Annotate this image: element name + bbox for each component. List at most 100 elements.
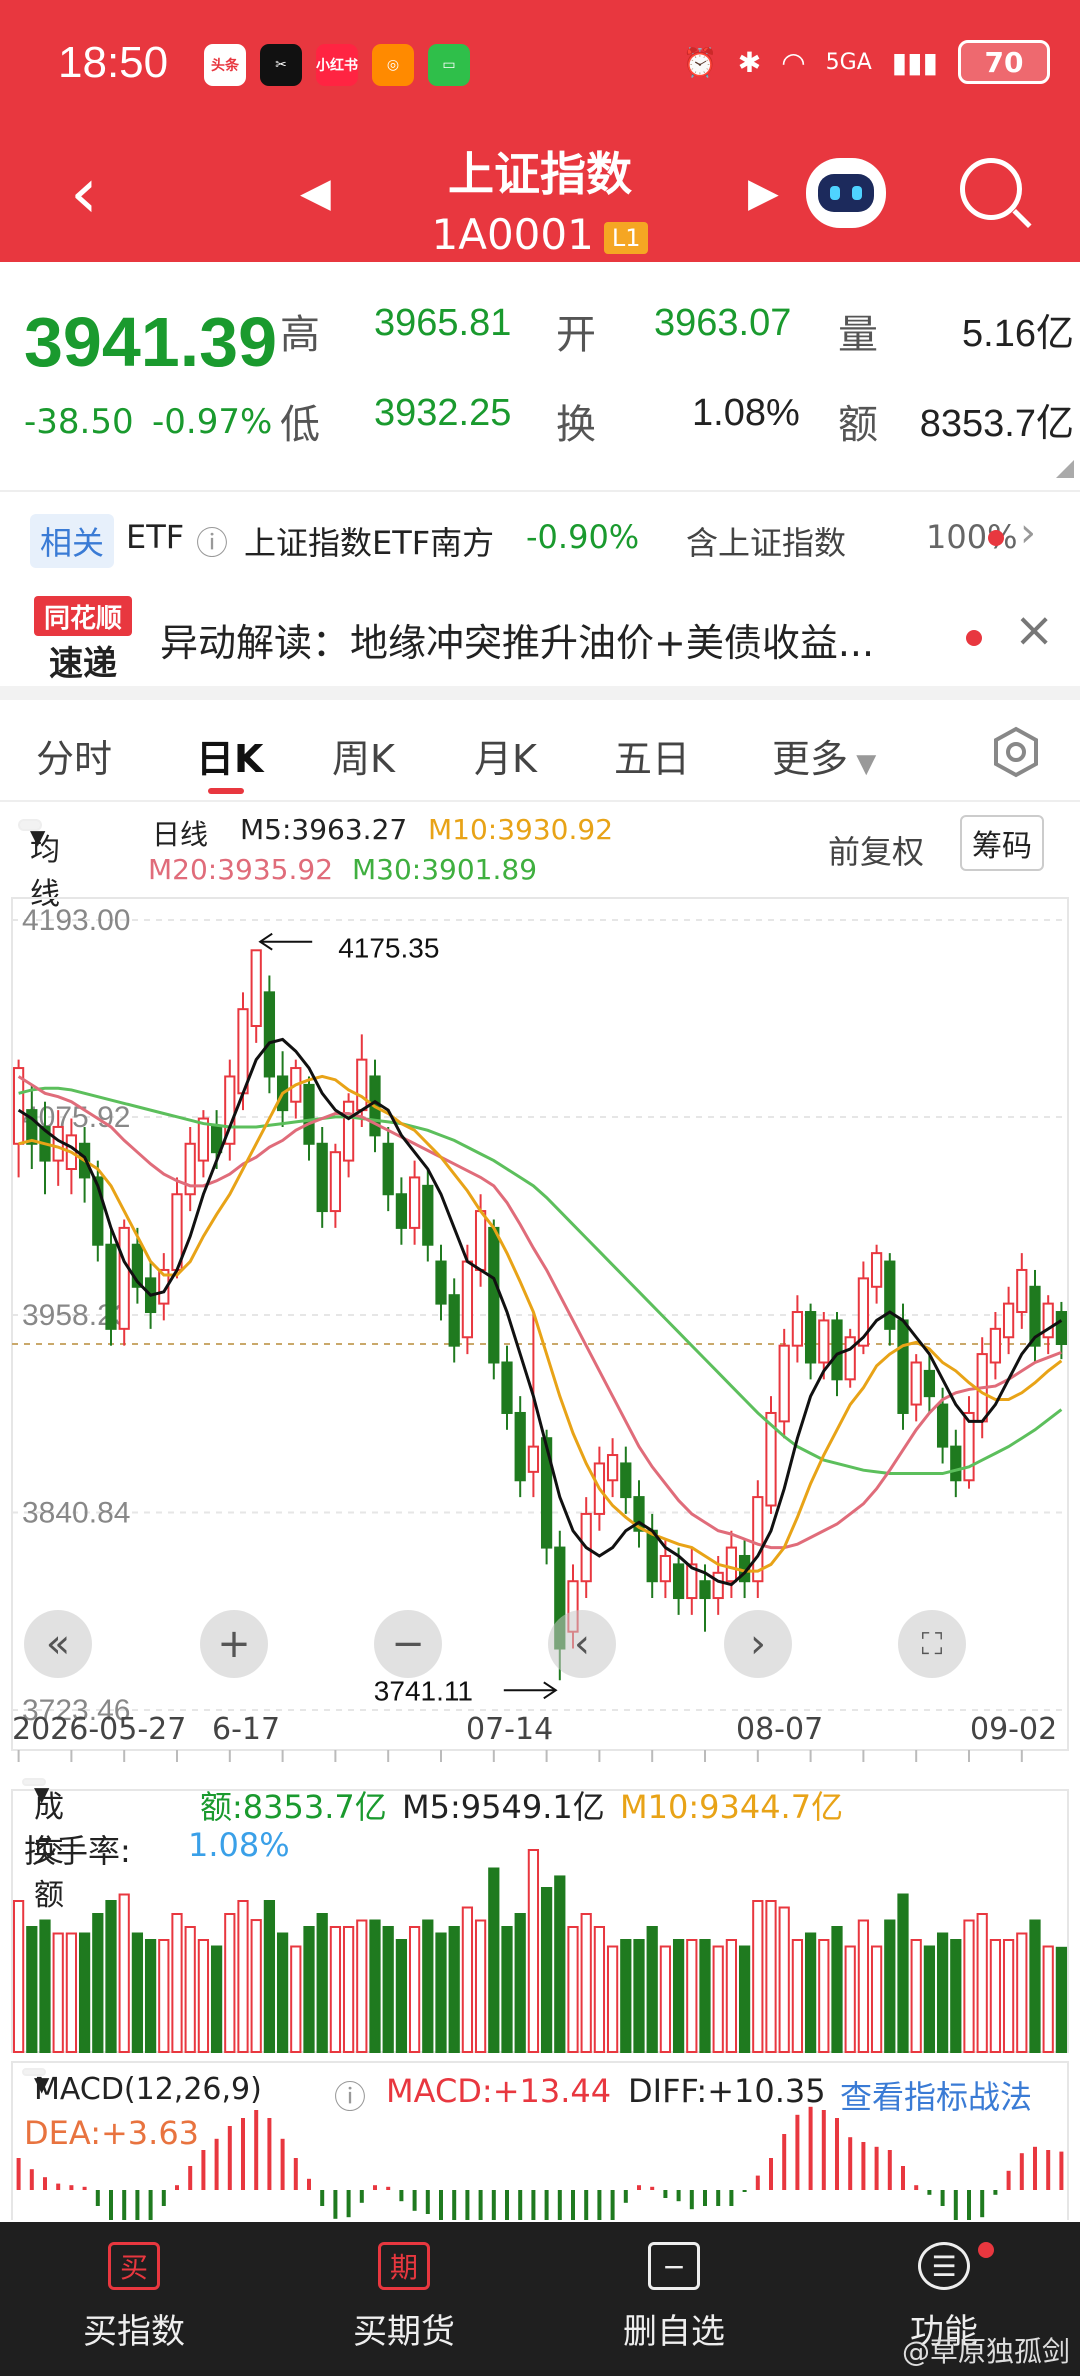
macd-selector-label: MACD(12,26,9) [34,2072,262,2107]
macd-bar [109,2190,113,2220]
volume-bar [672,1939,685,2053]
volume-bar [237,1900,249,2053]
volume-bar [593,1926,606,2053]
macd-bar [359,2190,364,2203]
volume-bar [369,1919,381,2053]
amount-value: 8353.7亿 [919,403,1074,445]
x-tick-2: 07-14 [466,1712,554,1747]
scroll-right-icon[interactable]: › [724,1610,792,1678]
volume-bar [633,1939,645,2053]
fullscreen-icon[interactable]: ⛶ [898,1610,966,1678]
zoom-out-fast-icon[interactable]: « [24,1610,92,1678]
volume-bar [686,1939,698,2053]
macd-bar [861,2142,866,2190]
remove-watchlist-button[interactable]: − 删自选 [574,2242,774,2353]
volume-bar [870,1945,883,2053]
macd-bar [267,2118,272,2190]
x-tick-1: 6-17 [212,1712,281,1747]
candle-body [474,1210,487,1271]
assistant-robot-icon[interactable] [806,158,886,228]
futures-icon: 期 [378,2242,430,2290]
ma-selector[interactable]: 均线 ▼ [18,819,60,912]
chevron-down-icon: ▼ [848,749,877,779]
candle-body [514,1411,526,1482]
volume-bar [356,1919,368,2053]
news-dot [966,630,982,646]
network-label: 5GA [825,49,872,75]
kline-chart[interactable]: 4193.004075.923958.233840.843723.46 4175… [0,890,1080,2220]
macd-bar [689,2190,694,2210]
volume-bar [461,1906,474,2053]
macd-bar [650,2186,655,2190]
volume-bar [765,1900,777,2053]
candle-body [804,1311,817,1364]
tab-more[interactable]: 更多 ▼ [772,728,876,783]
buy-index-button[interactable]: 买 买指数 [34,2242,234,2353]
candle-body [105,1243,117,1330]
zoom-out-icon[interactable]: − [374,1610,442,1678]
xiaohongshu-icon: 小红书 [316,44,358,86]
ma5-label: M5:3963.27 [240,813,408,846]
candle-body [448,1294,460,1347]
candle-body [408,1176,421,1229]
news-bar[interactable]: 同花顺 速递 异动解读：地缘冲突推升油价+美债收益... × [0,590,1080,684]
tab-five-day[interactable]: 五日 [614,728,690,783]
related-etf-bar[interactable]: 相关 ETF ⓘ 上证指数ETF南方 -0.90% 含上证指数 100% › [0,510,1080,570]
chips-button[interactable]: 筹码 [960,815,1044,871]
tab-monthly-k[interactable]: 月K [474,728,537,783]
volume-bar [738,1945,751,2053]
low-label: 低 [280,402,320,448]
active-tab-indicator [208,788,244,794]
buy-futures-button[interactable]: 期 买期货 [304,2242,504,2353]
volume-selector[interactable]: 成交额 ▼ [22,1778,64,1913]
help-icon[interactable]: ⓘ [334,2072,366,2118]
strategy-link[interactable]: 查看指标战法 [840,2072,1032,2118]
volume-bars [11,1789,1069,2054]
tab-daily-k[interactable]: 日K [196,728,263,783]
help-icon[interactable]: ⓘ [196,518,228,564]
next-stock-icon[interactable]: ▶ [748,170,779,216]
macd-bar [874,2146,879,2190]
tab-weekly-k[interactable]: 周K [332,728,395,783]
volume-bar [844,1945,856,2053]
volume-bar [92,1913,104,2053]
x-tick-0: 2026-05-27 [12,1712,187,1747]
chevron-down-icon: ▼ [30,825,46,849]
volume-bar [488,1867,500,2053]
volume-bar [976,1913,988,2053]
macd-bar [901,2166,905,2190]
news-headline[interactable]: 异动解读：地缘冲突推升油价+美债收益... [160,612,874,667]
close-icon[interactable]: × [1014,602,1054,658]
macd-bar [1033,2146,1037,2190]
scroll-left-icon[interactable]: ‹ [548,1610,616,1678]
volume-bar [659,1945,672,2053]
candle-body [791,1311,804,1347]
zoom-in-icon[interactable]: + [200,1610,268,1678]
adjust-toggle[interactable]: 前复权 [828,827,924,873]
macd-bar [703,2190,707,2206]
chevron-right-icon[interactable]: › [1020,510,1036,556]
macd-bar [531,2190,536,2220]
macd-selector[interactable]: MACD(12,26,9) ▼ [22,2068,262,2107]
candle-body [1016,1268,1028,1314]
expand-corner-icon[interactable] [1056,460,1074,478]
y-tick-label: 3840.84 [22,1497,130,1530]
volume-bar [910,1939,922,2053]
macd-bar [69,2185,74,2190]
candle-body [435,1260,447,1305]
candle-body [725,1546,738,1583]
max-price-label: 4175.35 [338,933,439,964]
volume-bar [329,1926,342,2053]
extreme-annotations: 4175.35 3741.11 [258,933,558,1706]
title-block: 上证指数 1A0001 L1 [0,138,1080,259]
diff-value: DIFF:+10.35 [628,2072,826,2110]
candle-body [950,1445,962,1482]
tab-intraday[interactable]: 分时 [36,728,112,783]
volume-bar [303,1926,315,2053]
search-icon[interactable] [960,158,1022,220]
settings-icon[interactable] [990,726,1042,778]
candle-body [342,1100,355,1162]
macd-bar [914,2185,919,2190]
period-label: 日线 [152,818,209,851]
macd-bar [293,2158,298,2190]
